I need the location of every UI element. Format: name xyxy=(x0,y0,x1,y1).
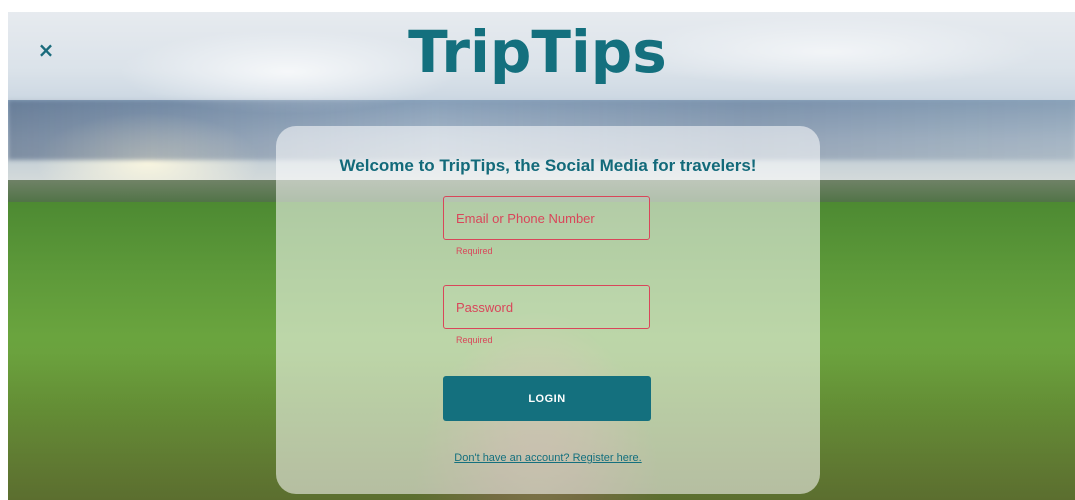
password-required-error: Required xyxy=(456,335,493,345)
welcome-heading: Welcome to TripTips, the Social Media fo… xyxy=(339,156,757,175)
password-field-box xyxy=(443,285,650,329)
email-required-error: Required xyxy=(456,246,493,256)
email-input[interactable] xyxy=(444,197,649,239)
login-button[interactable]: LOGIN xyxy=(443,376,651,421)
app-logo: TripTips xyxy=(408,18,667,86)
password-input[interactable] xyxy=(444,286,649,328)
email-field-box xyxy=(443,196,650,240)
register-link[interactable]: Don't have an account? Register here. xyxy=(276,452,820,464)
login-card: Welcome to TripTips, the Social Media fo… xyxy=(276,126,820,494)
